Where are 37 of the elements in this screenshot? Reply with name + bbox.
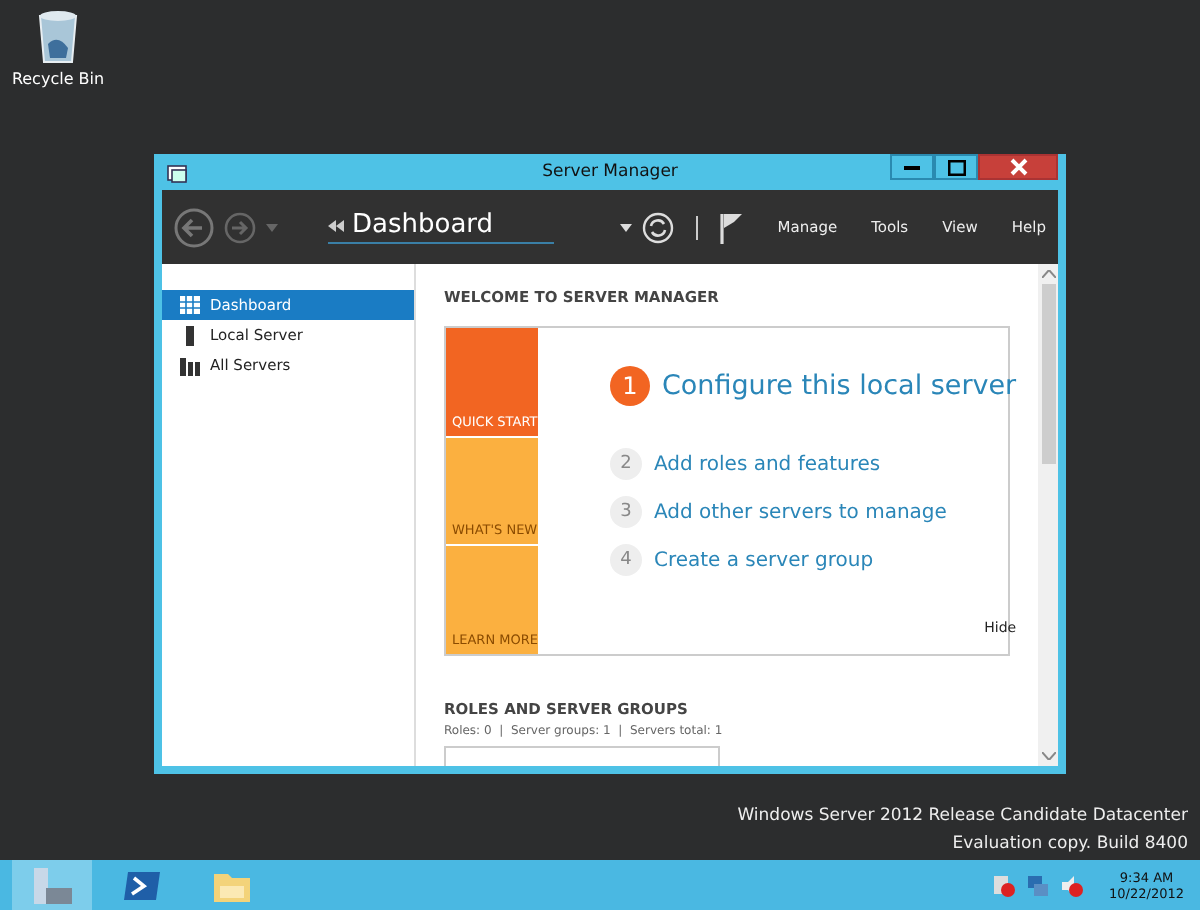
step-link[interactable]: Add other servers to manage [653, 501, 947, 523]
recycle-bin-icon[interactable] [36, 8, 80, 64]
icon-label: Recycle Bin [11, 70, 105, 88]
scroll-up-icon[interactable] [1041, 270, 1055, 278]
step-number: 3 [609, 496, 642, 528]
maximize-icon [947, 159, 965, 175]
servers-icon [180, 355, 200, 375]
close-button[interactable] [978, 154, 1058, 180]
edition-text: Evaluation copy. Build 8400 [952, 832, 1188, 858]
grid-icon [180, 296, 200, 314]
step-link[interactable]: Configure this local server [661, 370, 1017, 402]
back-button-icon[interactable] [174, 207, 214, 247]
scroll-down-icon[interactable] [1041, 752, 1055, 760]
app-icon [166, 161, 190, 183]
step-number: 1 [609, 366, 650, 406]
step-link[interactable]: Add roles and features [653, 453, 881, 475]
network-icon[interactable] [1025, 873, 1050, 897]
flag-warning-icon[interactable] [991, 873, 1016, 897]
maximize-button[interactable] [934, 154, 978, 180]
forward-button-icon[interactable] [224, 211, 256, 243]
flag-icon[interactable] [719, 211, 744, 243]
page-title: Dashboard [352, 210, 494, 240]
step-number: 4 [609, 544, 642, 576]
step-number: 2 [609, 448, 642, 480]
step-link[interactable]: Create a server group [653, 549, 874, 571]
server-manager-taskbar-icon[interactable] [12, 860, 92, 910]
refresh-icon[interactable] [641, 211, 674, 243]
double-chevron-icon [328, 219, 344, 231]
window-title: Server Manager [542, 162, 678, 182]
dropdown-icon[interactable] [619, 223, 632, 231]
minimize-button[interactable] [890, 154, 934, 180]
server-icon [180, 325, 200, 345]
scrollbar[interactable] [1038, 264, 1058, 766]
speaker-muted-icon[interactable] [1059, 873, 1084, 897]
minimize-icon [904, 164, 920, 170]
close-icon [1009, 158, 1027, 176]
edition-text: Windows Server 2012 Release Candidate Datacenter [737, 804, 1188, 830]
